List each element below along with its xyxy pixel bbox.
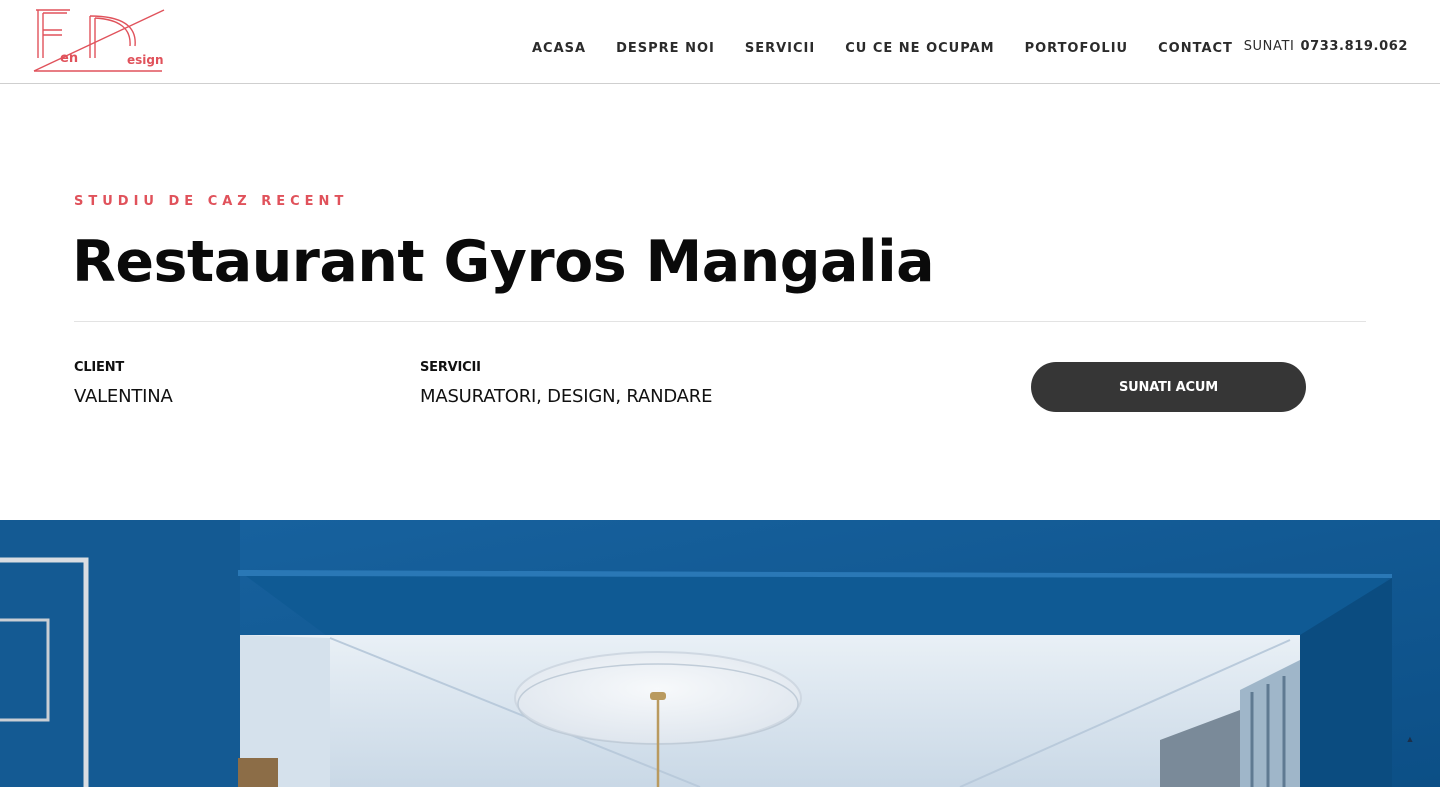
nav-item-servicii[interactable]: SERVICII xyxy=(745,39,815,59)
nav-item-despre-noi[interactable]: DESPRE NOI xyxy=(616,39,715,59)
case-study-eyebrow: STUDIU DE CAZ RECENT xyxy=(74,194,349,209)
client-label: CLIENT xyxy=(74,360,125,375)
phone-prefix: SUNATI xyxy=(1243,39,1295,54)
site-header: en esign ACASA DESPRE NOI SERVICII CU CE… xyxy=(0,0,1440,84)
nav-item-portofoliu[interactable]: PORTOFOLIU xyxy=(1025,39,1129,59)
restaurant-interior-image xyxy=(0,520,1440,787)
nav-item-contact[interactable]: CONTACT xyxy=(1158,39,1233,59)
services-value: MASURATORI, DESIGN, RANDARE xyxy=(420,386,713,407)
arrow-up-icon[interactable]: ▲ xyxy=(1404,733,1416,745)
hero-image xyxy=(0,520,1440,787)
logo[interactable]: en esign xyxy=(32,8,166,74)
page-title: Restaurant Gyros Mangalia xyxy=(72,229,935,295)
services-label: SERVICII xyxy=(420,360,481,375)
client-value: VALENTINA xyxy=(74,386,173,407)
nav-item-acasa[interactable]: ACASA xyxy=(532,39,586,59)
header-phone[interactable]: SUNATI 0733.819.062 xyxy=(1244,37,1408,57)
svg-text:esign: esign xyxy=(127,53,164,67)
main-nav: ACASA DESPRE NOI SERVICII CU CE NE OCUPA… xyxy=(532,39,1233,59)
call-now-button[interactable]: SUNATI ACUM xyxy=(1031,362,1306,412)
phone-number[interactable]: 0733.819.062 xyxy=(1300,37,1408,57)
svg-text:en: en xyxy=(60,51,78,66)
logo-mark: en esign xyxy=(33,9,165,72)
title-divider xyxy=(74,321,1366,322)
nav-item-cu-ce-ne-ocupam[interactable]: CU CE NE OCUPAM xyxy=(845,39,994,59)
